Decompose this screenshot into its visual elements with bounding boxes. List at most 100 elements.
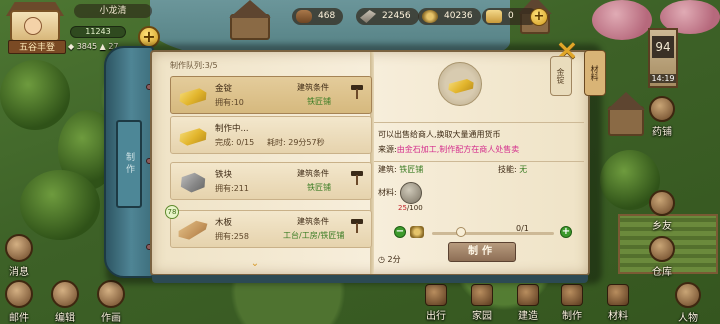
warehouse-button[interactable]: 仓库 [646,236,678,278]
skill-requirement: 技能: 无 [498,164,527,175]
message-icon [5,234,33,262]
recipe-owned: 拥有:10 [215,98,244,107]
edit-button[interactable]: 编辑 [50,280,80,324]
tab-materials[interactable]: 材料 [584,50,606,96]
build-button[interactable]: 建造 [508,284,548,322]
villager-icon [649,190,675,216]
skill-label: 技能: [498,165,517,174]
craft-icon [561,284,583,306]
character-label: 人物 [678,313,698,324]
travel-button[interactable]: 出行 [416,284,456,322]
recipe-condition-label: 建筑条件 [297,83,329,92]
building-requirement: 建筑: 铁匠铺 [378,164,423,175]
book-spine: 制作 [104,46,170,278]
quantity-slider[interactable]: − 0/1 + [394,224,572,240]
building-label: 建筑: [378,165,397,174]
home-icon [471,284,493,306]
hammer-tool-icon [360,10,376,23]
slider-track[interactable]: 0/1 [432,224,554,235]
recipe-progress: 完成: 0/15 [215,138,255,147]
material-have: 25 [398,204,407,212]
craft-nav-label: 制作 [562,311,582,322]
travel-label: 出行 [426,311,446,322]
plus-button[interactable]: + [560,226,572,238]
paint-button[interactable]: 作画 [96,280,126,324]
clock-time: 14:19 [650,74,676,83]
clock-icon: ◷ [378,255,385,264]
apothecary-button[interactable]: 药铺 [646,96,678,138]
building-value: 铁匠铺 [399,165,424,174]
source-link[interactable]: 由金石加工,制作配方在商人处售卖 [397,145,520,154]
iron-block-icon [180,172,206,193]
resource-tools: 22456 [356,8,419,25]
selected-item-icon [438,62,482,106]
wood-icon [296,10,312,23]
resource-wood: 468 [292,8,344,25]
materials-label: 材料 [608,311,628,322]
coins-icon [410,226,424,238]
tree [0,60,70,130]
materials-icon [607,284,629,306]
mail-label: 邮件 [9,313,29,324]
hammer-icon [351,171,363,185]
resource-value: 0 [508,11,514,21]
hut [608,106,644,136]
resource-value: 22456 [382,11,411,21]
scroll-icon [486,10,502,23]
material-count: 25/100 [398,204,423,212]
description-source: 来源:由金石加工,制作配方在商人处售卖 [378,144,519,155]
ore-stone-icon[interactable] [400,182,422,204]
player-name: 小龙清 [74,4,152,18]
stat-b-icon: ▲ [99,42,106,51]
warehouse-icon [649,236,675,262]
recipe-card-in-progress[interactable]: 制作中... 完成: 0/15 耗时: 29分57秒 [170,116,372,154]
mail-button[interactable]: 邮件 [4,280,34,324]
day-sign[interactable]: 94 14:19 [648,28,678,88]
minus-button[interactable]: − [394,226,406,238]
edit-label: 编辑 [55,313,75,324]
book-stripe [152,275,588,283]
recipe-card-wood-plank[interactable]: 78 木板 拥有:258 建筑条件 工台/工房/铁匠铺 [165,205,372,248]
villager-label: 乡友 [652,221,672,232]
description-line: 可以出售给商人,换取大量通用货币 [378,130,501,139]
craft-time-value: 2分 [387,255,401,264]
coin-icon [422,10,438,23]
recipe-card-gold-ingot[interactable]: 金锭 拥有:10 建筑条件 铁匠铺 [170,76,372,114]
craft-nav-button[interactable]: 制作 [552,284,592,322]
scroll-down-icon[interactable]: ⌄ [248,259,262,269]
craft-time: ◷ 2分 [378,254,401,265]
apothecary-icon [649,96,675,122]
home-button[interactable]: 家园 [462,284,502,322]
skill-value: 无 [519,165,528,174]
recipe-condition-value: 工台/工房/铁匠铺 [283,231,345,240]
recipe-condition-label: 建筑条件 [297,217,329,226]
message-button[interactable]: 消息 [4,234,34,278]
warehouse-label: 仓库 [652,267,672,278]
recipe-name: 铁块 [215,170,233,180]
avatar-face [24,17,42,35]
recipe-time-remaining: 耗时: 29分57秒 [267,138,325,147]
slider-handle[interactable] [456,227,466,237]
crafting-dialog: 制作队列:3/5 金锭 拥有:10 建筑条件 铁匠铺 制作中... 完成: 0/… [150,50,590,283]
paint-label: 作画 [101,313,121,324]
quantity-text: 0/1 [516,224,529,233]
level-badge: 78 [165,205,179,219]
spine-label: 制作 [116,120,142,208]
recipe-condition-value: 铁匠铺 [307,183,331,192]
add-scroll-button[interactable]: + [530,8,548,26]
craft-button[interactable]: 制作 [448,242,516,262]
recipe-owned: 拥有:211 [215,184,249,193]
gold-ingot-icon [179,88,207,106]
build-label: 建造 [518,311,538,322]
player-exp: 11243 [70,26,126,38]
resource-coins: 40236 [418,8,481,25]
recipe-card-iron-block[interactable]: 铁块 拥有:211 建筑条件 铁匠铺 [170,162,372,200]
recipe-name: 木板 [215,218,233,228]
resource-value: 40236 [444,11,473,21]
tab-gold-ingot[interactable]: 金锭 [550,56,572,96]
character-button[interactable]: 人物 [672,282,704,324]
apothecary-label: 药铺 [652,127,672,138]
materials-button[interactable]: 材料 [598,284,638,322]
villager-button[interactable]: 乡友 [646,190,678,232]
source-label: 来源: [378,145,397,154]
